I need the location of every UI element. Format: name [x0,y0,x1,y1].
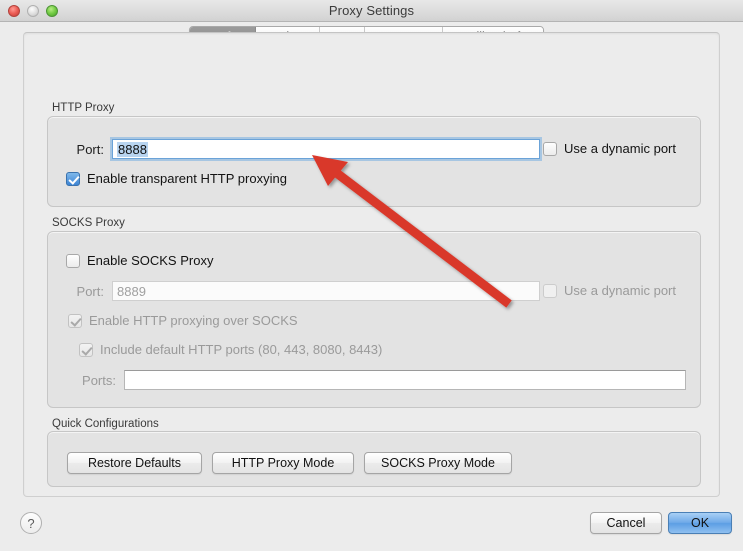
close-button[interactable] [8,5,20,17]
minimize-button[interactable] [27,5,39,17]
dialog-footer: ? Cancel OK [0,500,743,551]
include-default-http-ports-label: Include default HTTP ports (80, 443, 808… [100,342,383,357]
socks-port-input[interactable]: 8889 [112,281,540,301]
socks-use-dynamic-port-checkbox[interactable] [543,283,557,298]
http-port-label: Port: [76,141,104,157]
zoom-button[interactable] [46,5,58,17]
socks-proxy-mode-button[interactable]: SOCKS Proxy Mode [364,452,512,474]
cancel-button[interactable]: Cancel [590,512,662,534]
title-bar: Proxy Settings [0,0,743,22]
http-use-dynamic-port-checkbox[interactable] [543,141,557,156]
include-default-http-ports-row[interactable]: Include default HTTP ports (80, 443, 808… [79,342,382,357]
quick-configurations-group-label: Quick Configurations [52,418,159,430]
proxy-settings-window: Proxy Settings Proxies Options SSL Mac O… [0,0,743,551]
socks-port-label: Port: [76,283,104,299]
proxies-tab-content: HTTP Proxy Port: 8888 Use a dynamic port… [0,22,743,551]
socks-ports-input[interactable] [124,370,686,390]
traffic-light-group [8,5,58,17]
enable-socks-proxy-label: Enable SOCKS Proxy [87,253,214,268]
socks-proxy-group-label: SOCKS Proxy [52,217,125,229]
http-port-input[interactable]: 8888 [112,139,540,159]
window-title: Proxy Settings [328,3,415,18]
enable-http-proxying-over-socks-checkbox[interactable] [68,313,82,328]
enable-socks-proxy-row[interactable]: Enable SOCKS Proxy [66,253,213,268]
http-use-dynamic-port-row[interactable]: Use a dynamic port [543,141,676,156]
socks-use-dynamic-port-row[interactable]: Use a dynamic port [543,283,676,298]
enable-http-proxying-over-socks-label: Enable HTTP proxying over SOCKS [89,313,298,328]
http-proxy-mode-button[interactable]: HTTP Proxy Mode [212,452,354,474]
socks-ports-label: Ports: [82,372,116,388]
enable-socks-proxy-checkbox[interactable] [66,253,80,268]
enable-transparent-http-proxying-row[interactable]: Enable transparent HTTP proxying [66,171,287,186]
socks-ports-row: Ports: [72,370,686,390]
enable-transparent-http-proxying-label: Enable transparent HTTP proxying [87,171,287,186]
socks-use-dynamic-port-label: Use a dynamic port [564,283,676,298]
include-default-http-ports-checkbox[interactable] [79,342,93,357]
http-proxy-group [47,116,701,207]
http-proxy-group-label: HTTP Proxy [52,102,115,114]
enable-transparent-http-proxying-checkbox[interactable] [66,171,80,186]
restore-defaults-button[interactable]: Restore Defaults [67,452,202,474]
http-port-value: 8888 [117,141,148,157]
help-button[interactable]: ? [20,512,42,534]
enable-http-proxying-over-socks-row[interactable]: Enable HTTP proxying over SOCKS [68,313,298,328]
socks-port-row: Port: 8889 [60,281,540,301]
http-use-dynamic-port-label: Use a dynamic port [564,141,676,156]
ok-button[interactable]: OK [668,512,732,534]
http-port-row: Port: 8888 [60,139,540,159]
